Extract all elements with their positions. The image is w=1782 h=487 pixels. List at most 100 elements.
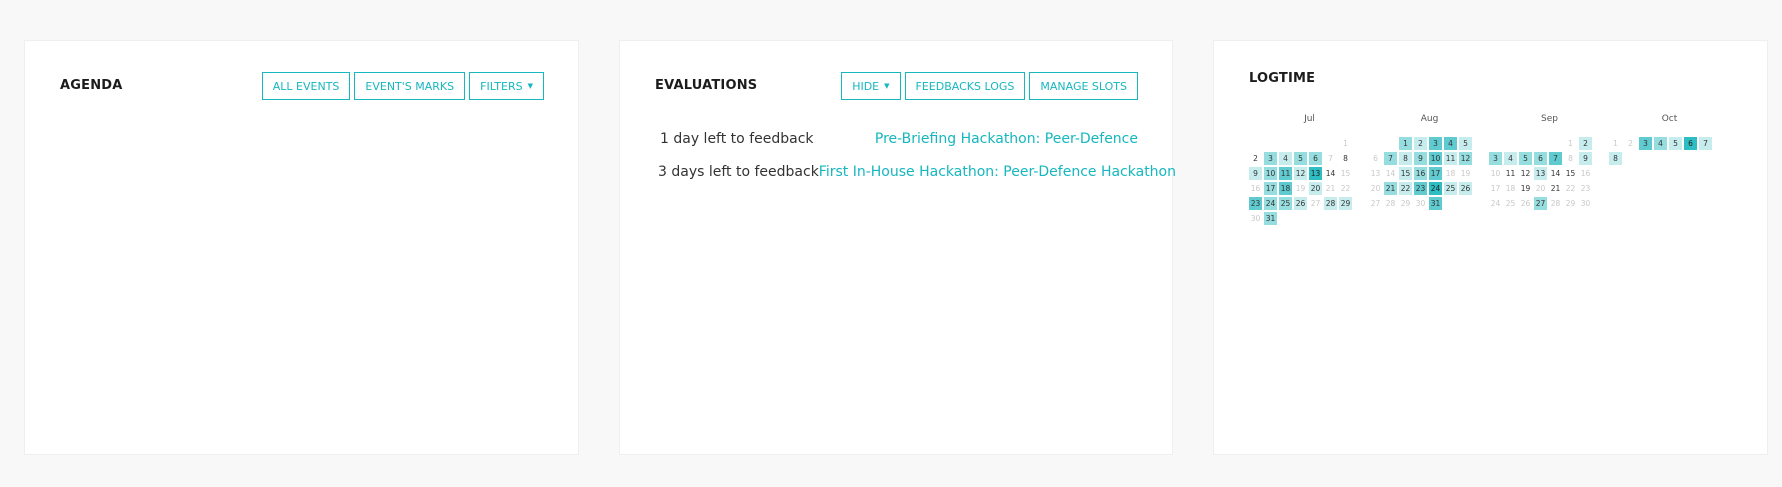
- day-cell[interactable]: 17: [1264, 182, 1277, 195]
- day-cell[interactable]: 25: [1444, 182, 1457, 195]
- manage-slots-button[interactable]: MANAGE SLOTS: [1029, 72, 1138, 100]
- filters-button[interactable]: FILTERS ▼: [469, 72, 544, 100]
- day-cell[interactable]: 12: [1459, 152, 1472, 165]
- day-cell[interactable]: 10: [1489, 167, 1502, 180]
- day-cell[interactable]: 19: [1519, 182, 1532, 195]
- day-cell[interactable]: 22: [1564, 182, 1577, 195]
- day-cell[interactable]: 20: [1309, 182, 1322, 195]
- day-cell[interactable]: 22: [1339, 182, 1352, 195]
- day-cell[interactable]: 14: [1549, 167, 1562, 180]
- day-cell[interactable]: 15: [1339, 167, 1352, 180]
- day-cell[interactable]: 11: [1279, 167, 1292, 180]
- day-cell[interactable]: 26: [1519, 197, 1532, 210]
- day-cell[interactable]: 1: [1564, 137, 1577, 150]
- day-cell[interactable]: 13: [1369, 167, 1382, 180]
- day-cell[interactable]: 18: [1504, 182, 1517, 195]
- day-cell[interactable]: 14: [1384, 167, 1397, 180]
- day-cell[interactable]: 5: [1519, 152, 1532, 165]
- day-cell[interactable]: 21: [1384, 182, 1397, 195]
- day-cell[interactable]: 31: [1429, 197, 1442, 210]
- day-cell[interactable]: 17: [1429, 167, 1442, 180]
- day-cell[interactable]: 8: [1609, 152, 1622, 165]
- day-cell[interactable]: 12: [1519, 167, 1532, 180]
- day-cell[interactable]: 3: [1429, 137, 1442, 150]
- day-cell[interactable]: 3: [1639, 137, 1652, 150]
- day-cell[interactable]: 27: [1534, 197, 1547, 210]
- day-cell[interactable]: 30: [1414, 197, 1427, 210]
- day-cell[interactable]: 6: [1684, 137, 1697, 150]
- day-cell[interactable]: 19: [1294, 182, 1307, 195]
- day-cell[interactable]: 20: [1369, 182, 1382, 195]
- day-cell[interactable]: 25: [1504, 197, 1517, 210]
- day-cell[interactable]: 29: [1564, 197, 1577, 210]
- evaluation-link[interactable]: First In-House Hackathon: Peer-Defence H…: [819, 164, 1176, 180]
- day-cell[interactable]: 5: [1669, 137, 1682, 150]
- day-cell[interactable]: 14: [1324, 167, 1337, 180]
- evaluation-link[interactable]: Pre-Briefing Hackathon: Peer-Defence: [875, 131, 1138, 147]
- day-cell[interactable]: 22: [1399, 182, 1412, 195]
- feedbacks-logs-button[interactable]: FEEDBACKS LOGS: [904, 72, 1026, 100]
- day-cell[interactable]: 24: [1429, 182, 1442, 195]
- day-cell[interactable]: 17: [1489, 182, 1502, 195]
- day-cell[interactable]: 10: [1429, 152, 1442, 165]
- day-cell[interactable]: 7: [1324, 152, 1337, 165]
- day-cell[interactable]: 7: [1384, 152, 1397, 165]
- day-cell[interactable]: 27: [1309, 197, 1322, 210]
- day-cell[interactable]: 3: [1264, 152, 1277, 165]
- day-cell[interactable]: 28: [1549, 197, 1562, 210]
- day-cell[interactable]: 19: [1459, 167, 1472, 180]
- day-cell[interactable]: 23: [1414, 182, 1427, 195]
- day-cell[interactable]: 4: [1444, 137, 1457, 150]
- day-cell[interactable]: 28: [1324, 197, 1337, 210]
- day-cell[interactable]: 6: [1534, 152, 1547, 165]
- day-cell[interactable]: 11: [1504, 167, 1517, 180]
- day-cell[interactable]: 16: [1249, 182, 1262, 195]
- day-cell[interactable]: 26: [1294, 197, 1307, 210]
- day-cell[interactable]: 23: [1579, 182, 1592, 195]
- day-cell[interactable]: 18: [1444, 167, 1457, 180]
- day-cell[interactable]: 21: [1324, 182, 1337, 195]
- day-cell[interactable]: 1: [1609, 137, 1622, 150]
- day-cell[interactable]: 3: [1489, 152, 1502, 165]
- hide-button[interactable]: HIDE ▼: [841, 72, 901, 100]
- events-marks-button[interactable]: EVENT'S MARKS: [354, 72, 466, 100]
- day-cell[interactable]: 16: [1579, 167, 1592, 180]
- day-cell[interactable]: 2: [1249, 152, 1262, 165]
- day-cell[interactable]: 2: [1624, 137, 1637, 150]
- day-cell[interactable]: 18: [1279, 182, 1292, 195]
- day-cell[interactable]: 9: [1414, 152, 1427, 165]
- day-cell[interactable]: 8: [1339, 152, 1352, 165]
- day-cell[interactable]: 8: [1564, 152, 1577, 165]
- day-cell[interactable]: 8: [1399, 152, 1412, 165]
- day-cell[interactable]: 30: [1249, 212, 1262, 225]
- day-cell[interactable]: 23: [1249, 197, 1262, 210]
- day-cell[interactable]: 24: [1489, 197, 1502, 210]
- day-cell[interactable]: 10: [1264, 167, 1277, 180]
- day-cell[interactable]: 5: [1294, 152, 1307, 165]
- day-cell[interactable]: 7: [1549, 152, 1562, 165]
- day-cell[interactable]: 6: [1309, 152, 1322, 165]
- day-cell[interactable]: 27: [1369, 197, 1382, 210]
- day-cell[interactable]: 29: [1399, 197, 1412, 210]
- day-cell[interactable]: 31: [1264, 212, 1277, 225]
- day-cell[interactable]: 25: [1279, 197, 1292, 210]
- day-cell[interactable]: 1: [1399, 137, 1412, 150]
- day-cell[interactable]: 13: [1309, 167, 1322, 180]
- day-cell[interactable]: 4: [1279, 152, 1292, 165]
- day-cell[interactable]: 2: [1579, 137, 1592, 150]
- day-cell[interactable]: 13: [1534, 167, 1547, 180]
- all-events-button[interactable]: ALL EVENTS: [261, 72, 351, 100]
- day-cell[interactable]: 9: [1249, 167, 1262, 180]
- day-cell[interactable]: 2: [1414, 137, 1427, 150]
- day-cell[interactable]: 21: [1549, 182, 1562, 195]
- day-cell[interactable]: 4: [1654, 137, 1667, 150]
- day-cell[interactable]: 24: [1264, 197, 1277, 210]
- day-cell[interactable]: 28: [1384, 197, 1397, 210]
- day-cell[interactable]: 29: [1339, 197, 1352, 210]
- day-cell[interactable]: 7: [1699, 137, 1712, 150]
- day-cell[interactable]: 16: [1414, 167, 1427, 180]
- day-cell[interactable]: 15: [1399, 167, 1412, 180]
- day-cell[interactable]: 9: [1579, 152, 1592, 165]
- day-cell[interactable]: 15: [1564, 167, 1577, 180]
- day-cell[interactable]: 26: [1459, 182, 1472, 195]
